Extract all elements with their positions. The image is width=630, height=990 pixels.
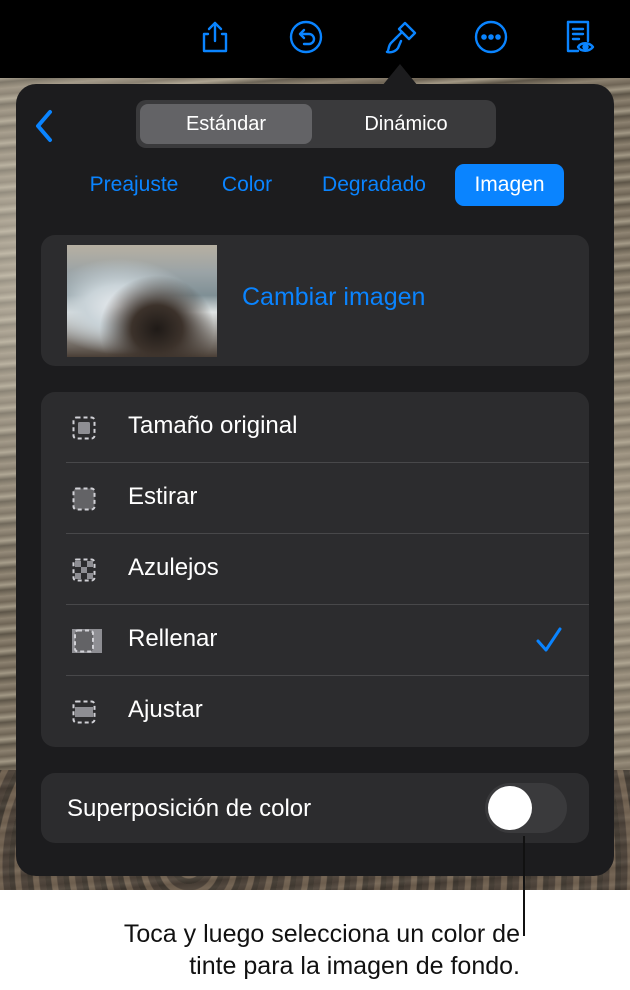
image-card: Cambiar imagen — [41, 235, 589, 366]
option-stretch[interactable]: Estirar — [41, 463, 589, 534]
tab-color[interactable]: Color — [212, 164, 282, 206]
option-label: Rellenar — [128, 625, 218, 652]
tab-imagen[interactable]: Imagen — [455, 164, 564, 206]
option-original-size[interactable]: Tamaño original — [41, 392, 589, 463]
tile-icon — [72, 558, 96, 582]
segment-dinamico[interactable]: Dinámico — [320, 104, 492, 144]
option-fill[interactable]: Rellenar — [41, 605, 589, 676]
caption-line-1: Toca y luego selecciona un color de — [123, 920, 520, 948]
checkmark-icon — [536, 627, 562, 652]
toolbar — [0, 0, 630, 78]
format-popover: Estándar Dinámico Preajuste Color Degrad… — [16, 84, 614, 876]
caption-line-2: tinte para la imagen de fondo. — [189, 952, 520, 980]
color-overlay-toggle[interactable] — [485, 783, 567, 833]
undo-icon[interactable] — [283, 14, 329, 60]
tab-preajuste[interactable]: Preajuste — [74, 164, 194, 206]
option-label: Azulejos — [128, 554, 219, 581]
option-label: Ajustar — [128, 696, 203, 723]
option-label: Tamaño original — [128, 412, 298, 439]
popover-arrow — [382, 64, 418, 86]
color-overlay-label: Superposición de color — [67, 795, 312, 822]
back-chevron-icon[interactable] — [30, 106, 60, 146]
fit-icon — [72, 700, 96, 724]
fill-icon — [72, 629, 102, 653]
share-icon[interactable] — [192, 14, 238, 60]
change-image-button[interactable]: Cambiar imagen — [242, 283, 425, 312]
original-size-icon — [72, 416, 96, 440]
color-overlay-row: Superposición de color — [41, 773, 589, 843]
image-thumbnail[interactable] — [67, 245, 217, 357]
segment-estandar[interactable]: Estándar — [140, 104, 312, 144]
option-fit[interactable]: Ajustar — [41, 676, 589, 747]
reading-view-icon[interactable] — [555, 14, 601, 60]
tab-degradado[interactable]: Degradado — [308, 164, 440, 206]
option-label: Estirar — [128, 483, 198, 510]
callout-line — [523, 836, 525, 936]
format-brush-icon[interactable] — [378, 14, 424, 60]
style-segmented-control: Estándar Dinámico — [136, 100, 496, 148]
stretch-icon — [72, 487, 96, 511]
option-tile[interactable]: Azulejos — [41, 534, 589, 605]
toggle-knob — [488, 786, 532, 830]
fill-options-list: Tamaño original Estirar Azulejos Rellena… — [41, 392, 589, 747]
callout-caption: Toca y luego selecciona un color de tint… — [0, 918, 520, 982]
more-icon[interactable] — [468, 14, 514, 60]
